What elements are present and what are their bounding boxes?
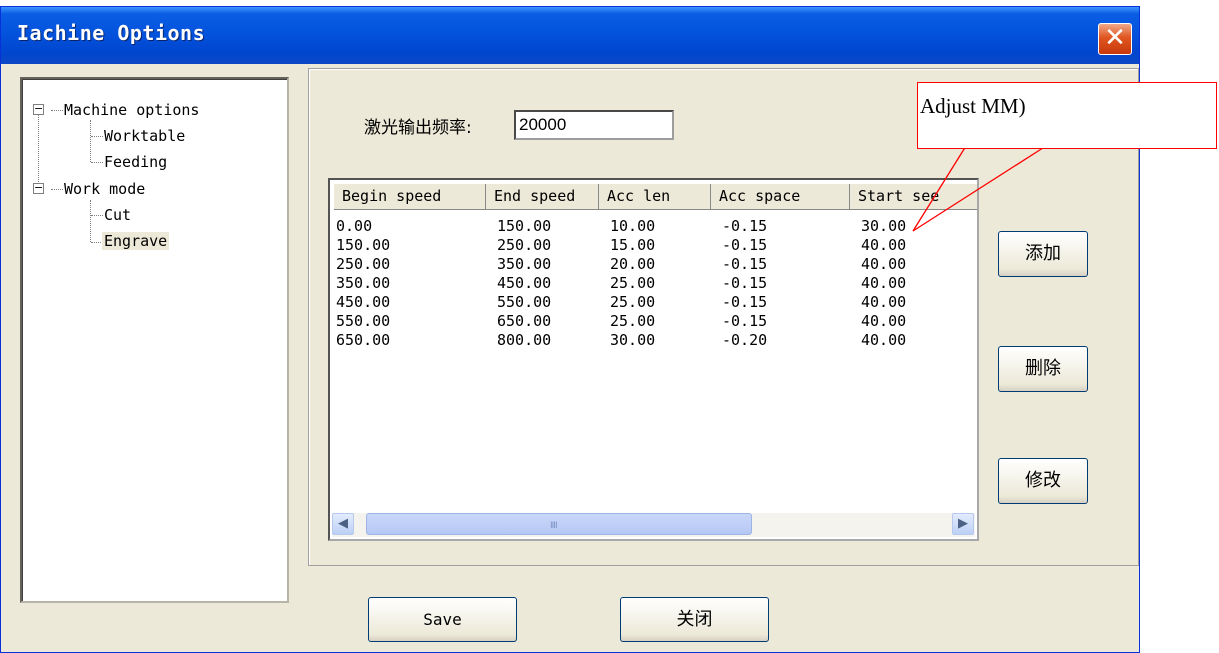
annotation-text: Adjust MM) bbox=[920, 94, 1026, 118]
